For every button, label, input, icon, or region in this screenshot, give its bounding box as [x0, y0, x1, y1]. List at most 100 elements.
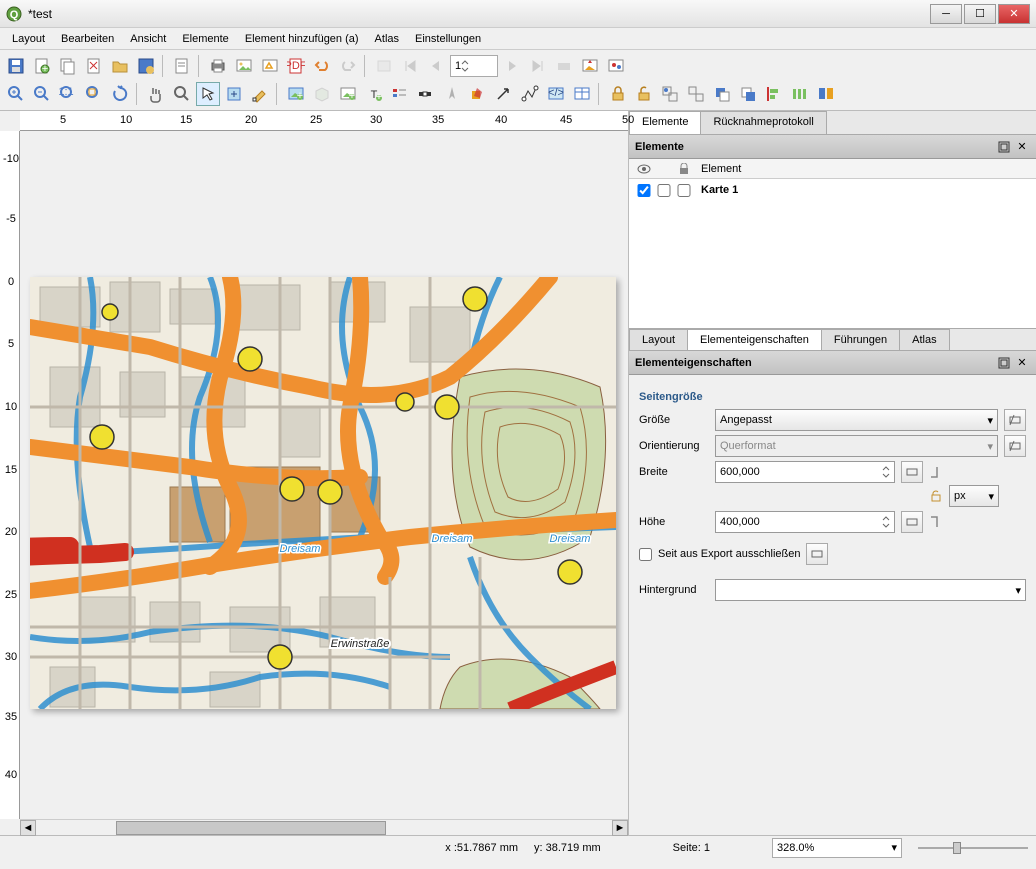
size-select[interactable]: Angepasst▾: [715, 409, 998, 431]
atlas-export-icon[interactable]: [578, 54, 602, 78]
minimize-button[interactable]: ─: [930, 4, 962, 24]
layout-page[interactable]: Dreisam Dreisam Dreisam Erwinstraße: [30, 277, 616, 709]
close-panel-icon[interactable]: ✕: [1014, 139, 1030, 155]
close-button[interactable]: ✕: [998, 4, 1030, 24]
orientation-expression-icon[interactable]: [1004, 435, 1026, 457]
lock-checkbox[interactable]: [657, 184, 671, 197]
redo-icon[interactable]: [336, 54, 360, 78]
background-select[interactable]: ▾: [715, 579, 1026, 601]
save-template-icon[interactable]: [134, 54, 158, 78]
zoom-full-icon[interactable]: [82, 82, 106, 106]
add-arrow-icon[interactable]: [492, 82, 516, 106]
add-html-icon[interactable]: </>: [544, 82, 568, 106]
scroll-right-icon[interactable]: ►: [612, 820, 628, 836]
svg-text:+: +: [376, 91, 382, 103]
tab-elements[interactable]: Elemente: [629, 111, 701, 134]
size-expression-icon[interactable]: [1004, 409, 1026, 431]
duplicate-layout-icon[interactable]: [56, 54, 80, 78]
atlas-preview-icon[interactable]: [372, 54, 396, 78]
export-svg-icon[interactable]: [258, 54, 282, 78]
atlas-page-spin[interactable]: 1: [450, 55, 498, 77]
menu-atlas[interactable]: Atlas: [367, 31, 407, 47]
paper-area[interactable]: Dreisam Dreisam Dreisam Erwinstraße: [20, 131, 628, 819]
add-label-icon[interactable]: T+: [362, 82, 386, 106]
export-pdf-icon[interactable]: PDF: [284, 54, 308, 78]
height-input[interactable]: 400,000: [715, 511, 895, 533]
edit-nodes-icon[interactable]: [248, 82, 272, 106]
add-legend-icon[interactable]: [388, 82, 412, 106]
atlas-next-icon[interactable]: [500, 54, 524, 78]
pan-icon[interactable]: [144, 82, 168, 106]
atlas-last-icon[interactable]: [526, 54, 550, 78]
detach-panel-icon[interactable]: [996, 139, 1012, 155]
add-shape-icon[interactable]: [466, 82, 490, 106]
raise-icon[interactable]: [710, 82, 734, 106]
add-scalebar-icon[interactable]: [414, 82, 438, 106]
height-expression-icon[interactable]: [901, 511, 923, 533]
select-icon[interactable]: [196, 82, 220, 106]
add-map-icon[interactable]: +: [284, 82, 308, 106]
atlas-first-icon[interactable]: [398, 54, 422, 78]
delete-layout-icon[interactable]: [82, 54, 106, 78]
detach-panel-icon[interactable]: [996, 355, 1012, 371]
align-left-icon[interactable]: [762, 82, 786, 106]
ungroup-icon[interactable]: [684, 82, 708, 106]
atlas-print-icon[interactable]: [552, 54, 576, 78]
exclude-expression-icon[interactable]: [806, 543, 828, 565]
zoom-actual-icon[interactable]: 1:1: [56, 82, 80, 106]
tab-undo-history[interactable]: Rücknahmeprotokoll: [700, 111, 826, 134]
maximize-button[interactable]: ☐: [964, 4, 996, 24]
add-node-icon[interactable]: [518, 82, 542, 106]
refresh-icon[interactable]: [108, 82, 132, 106]
close-panel-icon[interactable]: ✕: [1014, 355, 1030, 371]
add-north-icon[interactable]: [440, 82, 464, 106]
menu-items[interactable]: Elemente: [174, 31, 236, 47]
select-checkbox[interactable]: [677, 184, 691, 197]
lock-header-icon: [673, 163, 695, 175]
scrollbar-thumb[interactable]: [116, 821, 386, 835]
scroll-left-icon[interactable]: ◄: [20, 820, 36, 836]
tab-guides[interactable]: Führungen: [821, 329, 900, 350]
unlock-icon[interactable]: [632, 82, 656, 106]
distribute-icon[interactable]: [788, 82, 812, 106]
resize-icon[interactable]: [814, 82, 838, 106]
export-image-icon[interactable]: [232, 54, 256, 78]
scrollbar-track[interactable]: [36, 820, 612, 835]
print-icon[interactable]: [206, 54, 230, 78]
add-picture-icon[interactable]: +: [336, 82, 360, 106]
undo-icon[interactable]: [310, 54, 334, 78]
menu-edit[interactable]: Bearbeiten: [53, 31, 122, 47]
menu-view[interactable]: Ansicht: [122, 31, 174, 47]
menu-layout[interactable]: Layout: [4, 31, 53, 47]
open-folder-icon[interactable]: [108, 54, 132, 78]
exclude-checkbox[interactable]: [639, 548, 652, 561]
layout-manager-icon[interactable]: [170, 54, 194, 78]
new-layout-icon[interactable]: +: [30, 54, 54, 78]
visibility-checkbox[interactable]: [637, 184, 651, 197]
lock-icon[interactable]: [606, 82, 630, 106]
zoom-slider[interactable]: [918, 840, 1028, 856]
zoom-combo[interactable]: 328.0%▾: [772, 838, 902, 858]
width-expression-icon[interactable]: [901, 461, 923, 483]
save-icon[interactable]: [4, 54, 28, 78]
group-icon[interactable]: [658, 82, 682, 106]
atlas-prev-icon[interactable]: [424, 54, 448, 78]
tab-item-props[interactable]: Elementeigenschaften: [687, 329, 822, 350]
tab-atlas-props[interactable]: Atlas: [899, 329, 949, 350]
lock-aspect-icon[interactable]: [929, 489, 943, 503]
width-input[interactable]: 600,000: [715, 461, 895, 483]
add-3dmap-icon[interactable]: [310, 82, 334, 106]
menu-settings[interactable]: Einstellungen: [407, 31, 489, 47]
lower-icon[interactable]: [736, 82, 760, 106]
list-item[interactable]: Karte 1: [629, 179, 1036, 201]
zoom-out-icon[interactable]: [30, 82, 54, 106]
zoom-tool-icon[interactable]: [170, 82, 194, 106]
menu-add-item[interactable]: Element hinzufügen (a): [237, 31, 367, 47]
zoom-in-icon[interactable]: [4, 82, 28, 106]
atlas-settings-icon[interactable]: [604, 54, 628, 78]
tab-layout-props[interactable]: Layout: [629, 329, 688, 350]
unit-select[interactable]: px▾: [949, 485, 999, 507]
add-table-icon[interactable]: [570, 82, 594, 106]
horizontal-scrollbar[interactable]: ◄ ►: [20, 819, 628, 835]
move-content-icon[interactable]: [222, 82, 246, 106]
